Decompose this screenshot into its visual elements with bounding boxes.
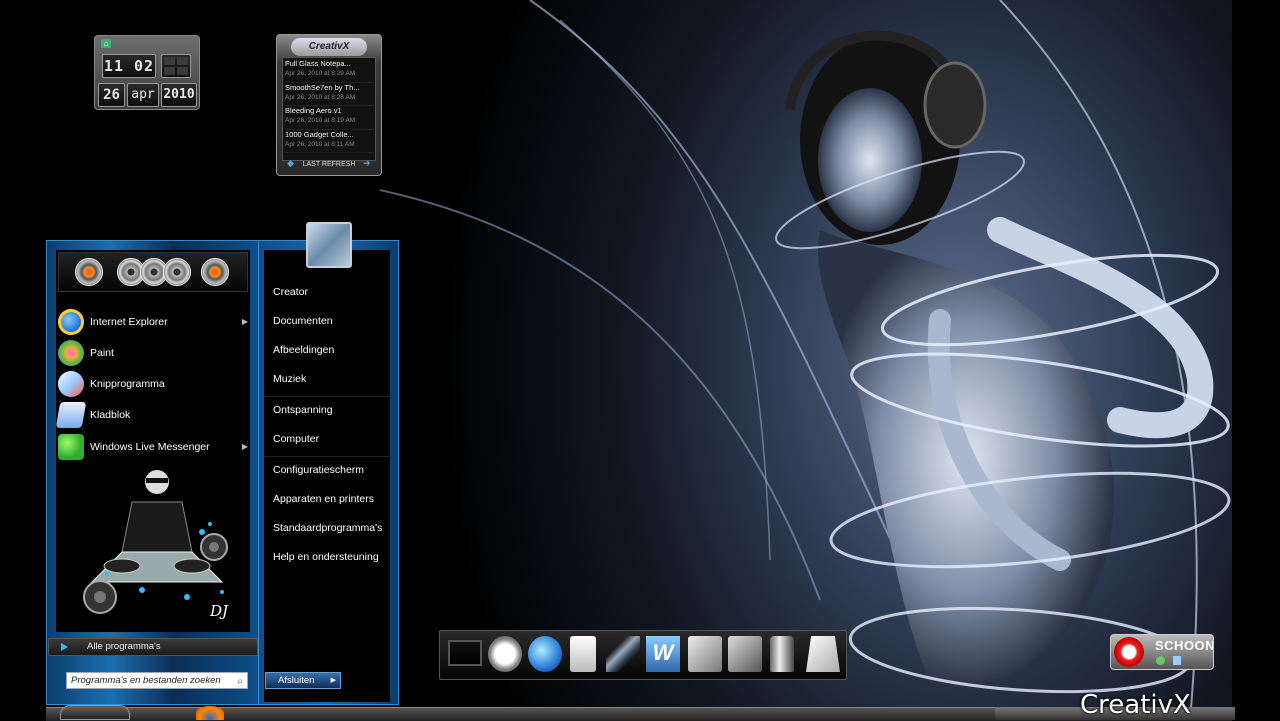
next-arrow-icon[interactable]: ➔ xyxy=(363,158,373,168)
recycle-icon[interactable] xyxy=(806,636,840,672)
paint-icon xyxy=(58,340,84,366)
left-letterbox xyxy=(0,0,50,720)
snipping-tool-icon xyxy=(58,371,84,397)
shutdown-button[interactable]: Afsluiten ▶ xyxy=(265,672,341,689)
link-help-support[interactable]: Help en ondersteuning xyxy=(273,550,379,564)
monitor-icon[interactable] xyxy=(448,640,482,666)
notepad-icon xyxy=(55,402,87,428)
watermark: CreativX xyxy=(1080,690,1191,720)
document-icon[interactable] xyxy=(570,636,596,672)
feed-item[interactable]: Bleeding Aero v1 Apr 26, 2010 at 8:19 AM xyxy=(285,106,373,130)
link-devices-printers[interactable]: Apparaten en printers xyxy=(273,492,374,506)
program-label: Windows Live Messenger xyxy=(90,441,210,453)
link-pictures[interactable]: Afbeeldingen xyxy=(273,343,334,357)
link-control-panel[interactable]: Configuratiescherm xyxy=(273,463,364,477)
feed-item-title[interactable]: 1000 Gadget Colle... xyxy=(285,130,373,140)
cleaner-gadget[interactable]: SCHOON xyxy=(1110,634,1214,670)
separator xyxy=(264,396,390,397)
link-creator[interactable]: Creator xyxy=(273,285,308,299)
search-input[interactable]: Programma's en bestanden zoeken ⌕ xyxy=(66,672,248,689)
link-games[interactable]: Ontspanning xyxy=(273,403,333,417)
speaker-icon xyxy=(75,258,103,286)
word-icon[interactable]: W xyxy=(646,636,680,672)
feed-item[interactable]: SmoothSe7en by Th... Apr 26, 2010 at 8:2… xyxy=(285,83,373,106)
program-label: Internet Explorer xyxy=(90,316,168,328)
clock-gadget[interactable]: ⌂ 11 02 26 apr 2010 xyxy=(94,35,200,110)
grid-icon xyxy=(161,54,191,78)
start-button[interactable] xyxy=(60,705,130,720)
search-placeholder: Programma's en bestanden zoeken xyxy=(71,675,221,686)
bin-icon xyxy=(1173,656,1181,665)
feed-item-date: Apr 26, 2010 at 8:11 AM xyxy=(285,140,355,148)
smiley-icon[interactable] xyxy=(488,636,522,672)
right-letterbox xyxy=(1232,0,1280,720)
feed-item-title[interactable]: Full Glass Notepa... xyxy=(285,59,373,69)
shutdown-options-arrow-icon[interactable]: ▶ xyxy=(331,673,336,688)
submenu-arrow-icon: ▶ xyxy=(241,317,248,326)
program-label: Paint xyxy=(90,347,114,359)
clock-day: 26 xyxy=(98,83,125,107)
internet-explorer-icon xyxy=(58,309,84,335)
status-icon xyxy=(1156,656,1165,665)
speaker-icon xyxy=(201,258,229,286)
program-notepad[interactable]: Kladblok xyxy=(55,401,248,429)
feed-list: Full Glass Notepa... Apr 26, 2010 at 8:2… xyxy=(282,57,376,161)
clock-month: apr xyxy=(127,83,159,107)
separator xyxy=(264,456,390,457)
speaker-banner xyxy=(58,252,248,292)
dj-label: DJ xyxy=(210,602,229,620)
feed-item-date: Apr 26, 2010 at 8:28 AM xyxy=(285,93,356,101)
dock: W xyxy=(439,630,847,680)
feather-icon[interactable] xyxy=(606,636,640,672)
feed-item-title[interactable]: Bleeding Aero v1 xyxy=(285,106,373,116)
speaker-icon xyxy=(163,258,191,286)
link-computer[interactable]: Computer xyxy=(273,432,319,446)
link-documents[interactable]: Documenten xyxy=(273,314,333,328)
cleaner-logo-icon xyxy=(1114,637,1144,667)
clock-time: 11 02 xyxy=(102,54,156,78)
program-snipping-tool[interactable]: Knipprogramma xyxy=(58,370,248,398)
feed-gadget[interactable]: CreativX Full Glass Notepa... Apr 26, 20… xyxy=(276,34,382,176)
clock-year: 2010 xyxy=(161,83,197,107)
cleaner-label: SCHOON xyxy=(1155,638,1214,653)
program-label: Knipprogramma xyxy=(90,378,165,390)
trash-icon[interactable] xyxy=(770,636,794,672)
link-default-programs[interactable]: Standaardprogramma's xyxy=(273,521,382,535)
submenu-arrow-icon: ▶ xyxy=(241,442,248,451)
play-arrow-icon xyxy=(61,643,68,651)
feed-item-date: Apr 26, 2010 at 8:19 AM xyxy=(285,117,356,124)
link-music[interactable]: Muziek xyxy=(273,372,306,386)
program-label: Kladblok xyxy=(90,409,131,421)
program-messenger[interactable]: Windows Live Messenger ▶ xyxy=(58,433,248,461)
firefox-icon[interactable] xyxy=(196,706,224,720)
feed-logo: CreativX xyxy=(291,38,367,56)
feed-item[interactable]: 1000 Gadget Colle... Apr 26, 2010 at 8:1… xyxy=(285,130,373,153)
dj-artwork xyxy=(83,470,228,614)
shutdown-label: Afsluiten xyxy=(278,675,315,686)
all-programs-button[interactable]: Alle programma's xyxy=(48,638,258,656)
messenger-icon xyxy=(58,434,84,460)
window-box-icon[interactable] xyxy=(728,636,762,672)
home-icon[interactable]: ⌂ xyxy=(101,39,111,48)
internet-explorer-icon[interactable] xyxy=(528,636,562,672)
search-icon[interactable]: ⌕ xyxy=(237,674,243,689)
feed-item[interactable]: Full Glass Notepa... Apr 26, 2010 at 8:2… xyxy=(285,59,373,83)
all-programs-label: Alle programma's xyxy=(87,641,161,652)
program-paint[interactable]: Paint xyxy=(58,339,248,367)
feed-item-date: Apr 26, 2010 at 8:29 AM xyxy=(285,70,356,77)
program-internet-explorer[interactable]: Internet Explorer ▶ xyxy=(58,308,248,336)
window-box-icon[interactable] xyxy=(688,636,722,672)
user-picture[interactable] xyxy=(306,222,352,268)
feed-item-title[interactable]: SmoothSe7en by Th... xyxy=(285,83,373,93)
